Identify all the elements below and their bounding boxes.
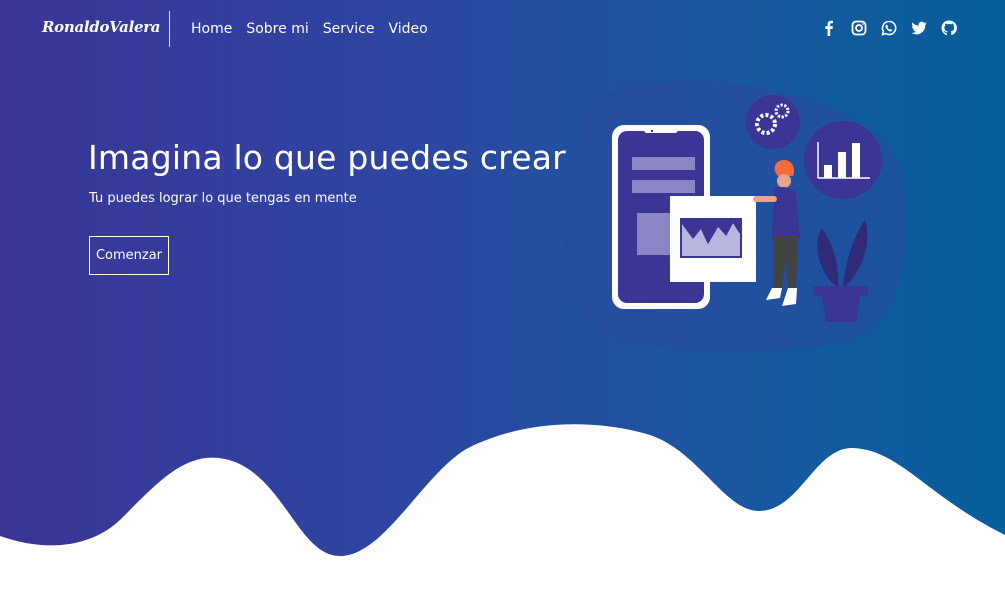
instagram-icon[interactable]	[851, 20, 867, 36]
nav-divider	[169, 11, 170, 47]
brand-logo[interactable]: RonaldoValera	[42, 18, 161, 36]
comenzar-button[interactable]: Comenzar	[89, 236, 169, 275]
facebook-icon[interactable]	[821, 20, 837, 36]
twitter-icon[interactable]	[911, 20, 927, 36]
social-links	[821, 20, 957, 36]
hero-illustration	[564, 80, 907, 353]
nav-links: Home Sobre mi Service Video	[191, 20, 428, 38]
nav-link-sobre-mi[interactable]: Sobre mi	[246, 20, 308, 38]
nav-link-home[interactable]: Home	[191, 20, 232, 38]
nav-link-service[interactable]: Service	[323, 20, 375, 38]
nav-link-video[interactable]: Video	[388, 20, 427, 38]
whatsapp-icon[interactable]	[881, 20, 897, 36]
hero-section: RonaldoValera Home Sobre mi Service Vide…	[0, 0, 1005, 611]
github-icon[interactable]	[941, 20, 957, 36]
hero-title: Imagina lo que puedes crear	[88, 138, 566, 177]
hero-subtitle: Tu puedes lograr lo que tengas en mente	[89, 191, 357, 206]
navbar: RonaldoValera Home Sobre mi Service Vide…	[0, 0, 1005, 58]
